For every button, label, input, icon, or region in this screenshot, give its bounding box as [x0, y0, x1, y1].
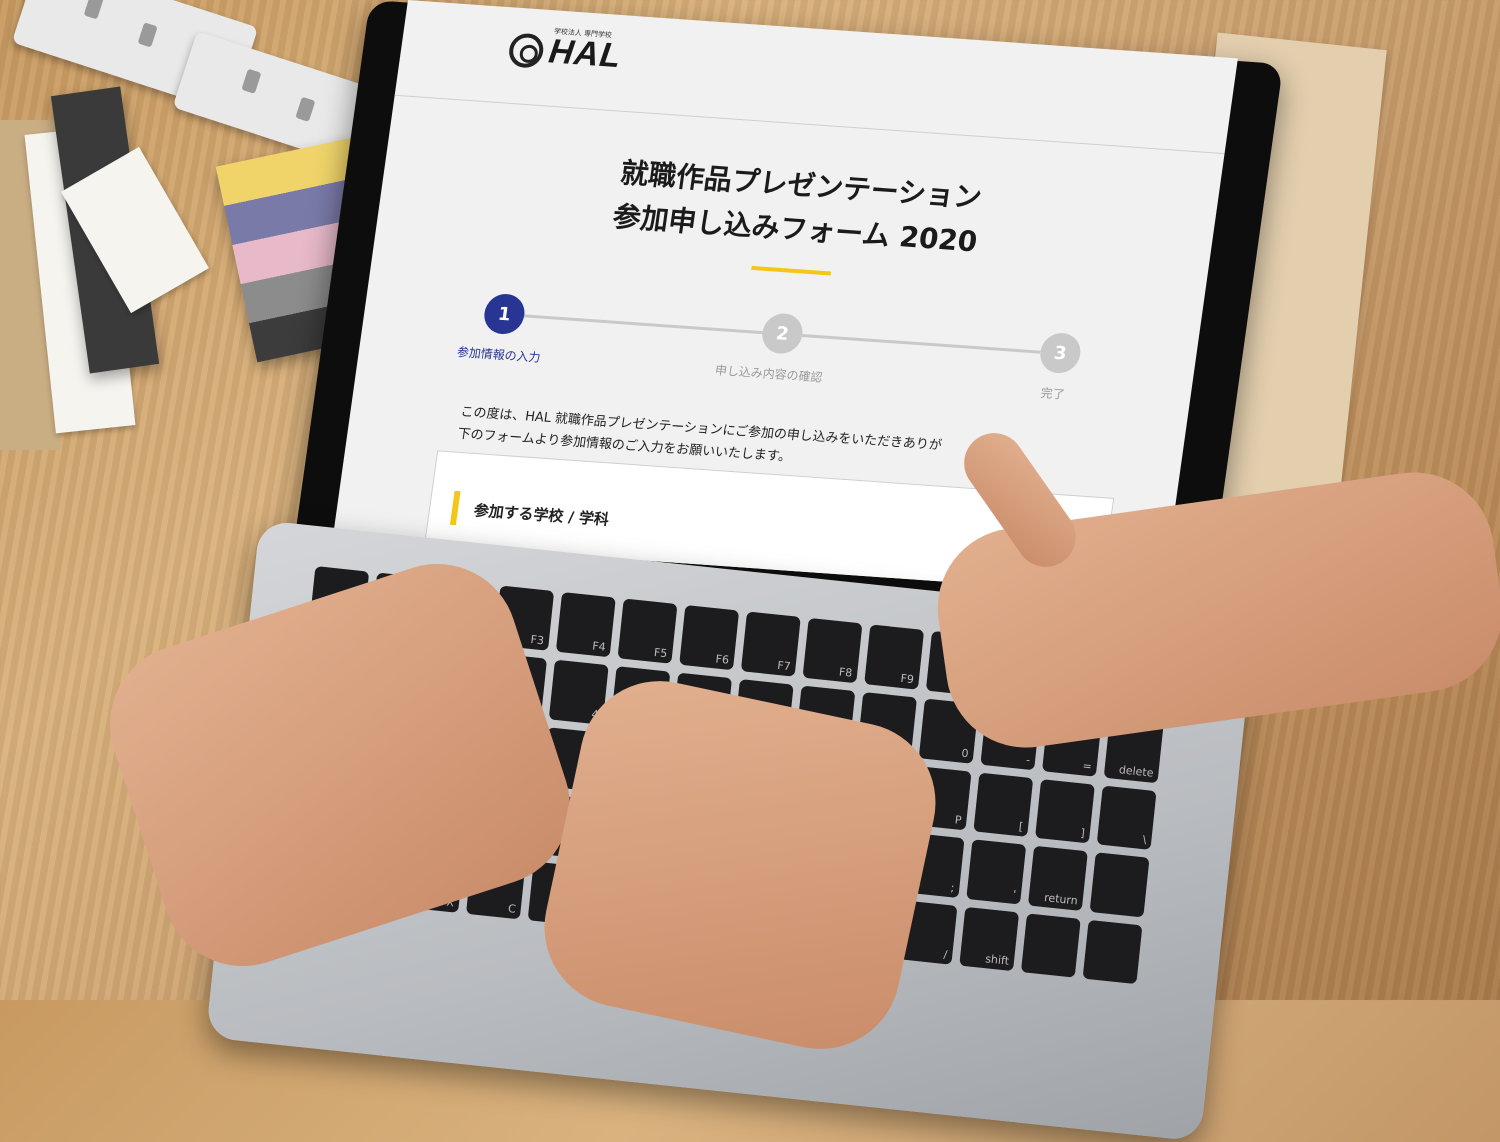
- section-title: 参加する学校 / 学科: [472, 501, 611, 529]
- keyboard-key[interactable]: F9: [864, 624, 925, 691]
- step-2-indicator: 2: [759, 312, 806, 355]
- title-underline: [751, 265, 832, 276]
- keyboard-key[interactable]: [: [973, 772, 1034, 838]
- keyboard-key[interactable]: ]: [1035, 778, 1095, 844]
- step-2-label: 申し込み内容の確認: [714, 363, 824, 385]
- keyboard-key[interactable]: return: [1027, 845, 1088, 911]
- keyboard-key[interactable]: F4: [555, 591, 616, 658]
- section-accent-bar: [449, 490, 461, 526]
- page-title: 就職作品プレゼンテーション 参加申し込みフォーム 2020: [377, 135, 1219, 281]
- keyboard-key[interactable]: F6: [679, 604, 740, 671]
- keyboard-key[interactable]: ': [966, 839, 1027, 905]
- step-1-indicator: 1: [481, 292, 528, 336]
- step-3-indicator: 3: [1037, 331, 1083, 375]
- step-connector: [523, 314, 763, 335]
- keyboard-key[interactable]: [1089, 852, 1150, 918]
- hal-logo-icon: [507, 31, 546, 69]
- step-1-label: 参加情報の入力: [456, 345, 542, 365]
- keyboard-key[interactable]: [1082, 919, 1143, 985]
- step-3-label: 完了: [1039, 386, 1066, 402]
- laptop-screen: 学校法人 専門学校 HAL 就職作品プレゼンテーション 参加申し込みフォーム 2…: [332, 0, 1238, 598]
- site-logo[interactable]: 学校法人 専門学校 HAL: [507, 27, 625, 76]
- step-connector: [801, 333, 1041, 354]
- keyboard-key[interactable]: shift: [959, 906, 1020, 972]
- logo-text: HAL: [546, 32, 625, 76]
- keyboard-key[interactable]: \: [1096, 785, 1157, 851]
- keyboard-key[interactable]: F5: [617, 598, 678, 665]
- keyboard-key[interactable]: F7: [740, 611, 801, 678]
- keyboard-key[interactable]: F8: [802, 617, 863, 684]
- keyboard-key[interactable]: [1020, 912, 1081, 978]
